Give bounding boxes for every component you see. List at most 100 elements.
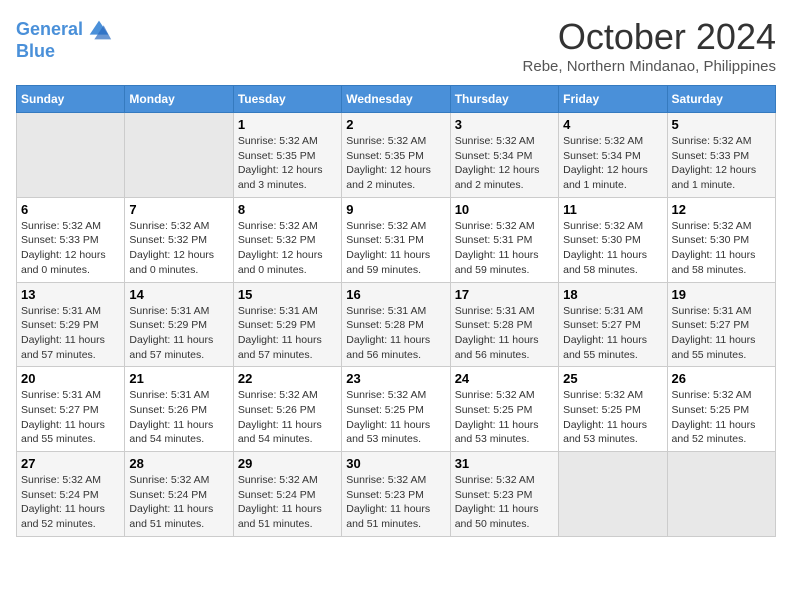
- weekday-header-sunday: Sunday: [17, 86, 125, 113]
- calendar-cell: 8Sunrise: 5:32 AM Sunset: 5:32 PM Daylig…: [233, 197, 341, 282]
- calendar-cell: 29 Sunrise: 5:32 AM Sunset: 5:24 PM Dayli…: [233, 452, 341, 537]
- day-number: 15: [238, 287, 337, 302]
- calendar-cell: 5 Sunrise: 5:32 AM Sunset: 5:33 PM Daylig…: [667, 113, 775, 198]
- day-number: 26: [672, 371, 771, 386]
- calendar-week-row: 1 Sunrise: 5:32 AM Sunset: 5:35 PM Daylig…: [17, 113, 776, 198]
- calendar-cell: 9 Sunrise: 5:32 AM Sunset: 5:31 PM Daylig…: [342, 197, 450, 282]
- calendar-cell: 31 Sunrise: 5:32 AM Sunset: 5:23 PM Dayli…: [450, 452, 558, 537]
- day-number: 23: [346, 371, 445, 386]
- day-number: 31: [455, 456, 554, 471]
- calendar-cell: 18 Sunrise: 5:31 AM Sunset: 5:27 PM Dayli…: [559, 282, 667, 367]
- day-info: Sunrise: 5:31 AM Sunset: 5:27 PM Dayligh…: [563, 304, 662, 363]
- day-info: Sunrise: 5:32 AM Sunset: 5:30 PM Dayligh…: [563, 219, 662, 278]
- day-number: 2: [346, 117, 445, 132]
- weekday-header-wednesday: Wednesday: [342, 86, 450, 113]
- calendar-cell: 19Sunrise: 5:31 AM Sunset: 5:27 PM Dayli…: [667, 282, 775, 367]
- logo-text: General: [16, 20, 83, 40]
- day-info: Sunrise: 5:32 AM Sunset: 5:25 PM Dayligh…: [563, 388, 662, 447]
- day-number: 10: [455, 202, 554, 217]
- day-info: Sunrise: 5:32 AM Sunset: 5:26 PM Dayligh…: [238, 388, 337, 447]
- calendar-cell: 1Sunrise: 5:32 AM Sunset: 5:35 PM Daylig…: [233, 113, 341, 198]
- calendar-cell: [667, 452, 775, 537]
- calendar-cell: 14 Sunrise: 5:31 AM Sunset: 5:29 PM Dayli…: [125, 282, 233, 367]
- weekday-header-saturday: Saturday: [667, 86, 775, 113]
- calendar-cell: 11 Sunrise: 5:32 AM Sunset: 5:30 PM Dayli…: [559, 197, 667, 282]
- day-info: Sunrise: 5:31 AM Sunset: 5:28 PM Dayligh…: [455, 304, 554, 363]
- day-number: 20: [21, 371, 120, 386]
- day-info: Sunrise: 5:32 AM Sunset: 5:30 PM Dayligh…: [672, 219, 771, 278]
- day-info: Sunrise: 5:32 AM Sunset: 5:23 PM Dayligh…: [455, 473, 554, 532]
- day-number: 29: [238, 456, 337, 471]
- day-info: Sunrise: 5:32 AM Sunset: 5:32 PM Dayligh…: [238, 219, 337, 278]
- calendar-cell: 27 Sunrise: 5:32 AM Sunset: 5:24 PM Dayli…: [17, 452, 125, 537]
- calendar-cell: 30 Sunrise: 5:32 AM Sunset: 5:23 PM Dayli…: [342, 452, 450, 537]
- day-info: Sunrise: 5:32 AM Sunset: 5:23 PM Dayligh…: [346, 473, 445, 532]
- calendar-cell: [125, 113, 233, 198]
- day-number: 14: [129, 287, 228, 302]
- calendar-cell: 23Sunrise: 5:32 AM Sunset: 5:25 PM Dayli…: [342, 367, 450, 452]
- day-info: Sunrise: 5:32 AM Sunset: 5:24 PM Dayligh…: [129, 473, 228, 532]
- day-number: 5: [672, 117, 771, 132]
- calendar-table: SundayMondayTuesdayWednesdayThursdayFrid…: [16, 85, 776, 537]
- calendar-cell: 17 Sunrise: 5:31 AM Sunset: 5:28 PM Dayli…: [450, 282, 558, 367]
- location-subtitle: Rebe, Northern Mindanao, Philippines: [523, 58, 776, 75]
- day-info: Sunrise: 5:32 AM Sunset: 5:34 PM Dayligh…: [455, 134, 554, 193]
- logo-icon: [85, 16, 113, 44]
- day-info: Sunrise: 5:32 AM Sunset: 5:34 PM Dayligh…: [563, 134, 662, 193]
- day-number: 17: [455, 287, 554, 302]
- weekday-header-row: SundayMondayTuesdayWednesdayThursdayFrid…: [17, 86, 776, 113]
- day-info: Sunrise: 5:32 AM Sunset: 5:31 PM Dayligh…: [346, 219, 445, 278]
- day-number: 30: [346, 456, 445, 471]
- day-info: Sunrise: 5:31 AM Sunset: 5:28 PM Dayligh…: [346, 304, 445, 363]
- calendar-cell: 12Sunrise: 5:32 AM Sunset: 5:30 PM Dayli…: [667, 197, 775, 282]
- weekday-header-tuesday: Tuesday: [233, 86, 341, 113]
- day-number: 18: [563, 287, 662, 302]
- calendar-cell: 2 Sunrise: 5:32 AM Sunset: 5:35 PM Daylig…: [342, 113, 450, 198]
- day-info: Sunrise: 5:32 AM Sunset: 5:24 PM Dayligh…: [238, 473, 337, 532]
- day-info: Sunrise: 5:32 AM Sunset: 5:33 PM Dayligh…: [672, 134, 771, 193]
- day-info: Sunrise: 5:32 AM Sunset: 5:25 PM Dayligh…: [672, 388, 771, 447]
- day-number: 27: [21, 456, 120, 471]
- calendar-week-row: 13Sunrise: 5:31 AM Sunset: 5:29 PM Dayli…: [17, 282, 776, 367]
- calendar-cell: 4 Sunrise: 5:32 AM Sunset: 5:34 PM Daylig…: [559, 113, 667, 198]
- calendar-week-row: 6Sunrise: 5:32 AM Sunset: 5:33 PM Daylig…: [17, 197, 776, 282]
- calendar-cell: 7Sunrise: 5:32 AM Sunset: 5:32 PM Daylig…: [125, 197, 233, 282]
- calendar-cell: 25 Sunrise: 5:32 AM Sunset: 5:25 PM Dayli…: [559, 367, 667, 452]
- day-number: 16: [346, 287, 445, 302]
- day-info: Sunrise: 5:32 AM Sunset: 5:25 PM Dayligh…: [455, 388, 554, 447]
- day-number: 21: [129, 371, 228, 386]
- logo: General Blue: [16, 16, 113, 62]
- day-number: 4: [563, 117, 662, 132]
- day-info: Sunrise: 5:32 AM Sunset: 5:33 PM Dayligh…: [21, 219, 120, 278]
- day-info: Sunrise: 5:31 AM Sunset: 5:27 PM Dayligh…: [672, 304, 771, 363]
- day-info: Sunrise: 5:31 AM Sunset: 5:29 PM Dayligh…: [129, 304, 228, 363]
- calendar-cell: 24 Sunrise: 5:32 AM Sunset: 5:25 PM Dayli…: [450, 367, 558, 452]
- calendar-cell: 21 Sunrise: 5:31 AM Sunset: 5:26 PM Dayli…: [125, 367, 233, 452]
- day-number: 25: [563, 371, 662, 386]
- calendar-week-row: 20Sunrise: 5:31 AM Sunset: 5:27 PM Dayli…: [17, 367, 776, 452]
- calendar-cell: 10Sunrise: 5:32 AM Sunset: 5:31 PM Dayli…: [450, 197, 558, 282]
- day-info: Sunrise: 5:32 AM Sunset: 5:32 PM Dayligh…: [129, 219, 228, 278]
- calendar-cell: [559, 452, 667, 537]
- weekday-header-thursday: Thursday: [450, 86, 558, 113]
- calendar-cell: 3Sunrise: 5:32 AM Sunset: 5:34 PM Daylig…: [450, 113, 558, 198]
- day-number: 22: [238, 371, 337, 386]
- day-number: 9: [346, 202, 445, 217]
- calendar-cell: 20Sunrise: 5:31 AM Sunset: 5:27 PM Dayli…: [17, 367, 125, 452]
- day-info: Sunrise: 5:32 AM Sunset: 5:24 PM Dayligh…: [21, 473, 120, 532]
- day-info: Sunrise: 5:31 AM Sunset: 5:26 PM Dayligh…: [129, 388, 228, 447]
- day-number: 1: [238, 117, 337, 132]
- day-info: Sunrise: 5:32 AM Sunset: 5:35 PM Dayligh…: [346, 134, 445, 193]
- day-number: 24: [455, 371, 554, 386]
- calendar-cell: 22 Sunrise: 5:32 AM Sunset: 5:26 PM Dayli…: [233, 367, 341, 452]
- calendar-cell: 6Sunrise: 5:32 AM Sunset: 5:33 PM Daylig…: [17, 197, 125, 282]
- title-block: October 2024 Rebe, Northern Mindanao, Ph…: [523, 16, 776, 75]
- day-number: 28: [129, 456, 228, 471]
- day-info: Sunrise: 5:31 AM Sunset: 5:29 PM Dayligh…: [238, 304, 337, 363]
- weekday-header-monday: Monday: [125, 86, 233, 113]
- day-info: Sunrise: 5:31 AM Sunset: 5:29 PM Dayligh…: [21, 304, 120, 363]
- calendar-cell: 13Sunrise: 5:31 AM Sunset: 5:29 PM Dayli…: [17, 282, 125, 367]
- calendar-cell: [17, 113, 125, 198]
- calendar-week-row: 27 Sunrise: 5:32 AM Sunset: 5:24 PM Dayli…: [17, 452, 776, 537]
- day-number: 11: [563, 202, 662, 217]
